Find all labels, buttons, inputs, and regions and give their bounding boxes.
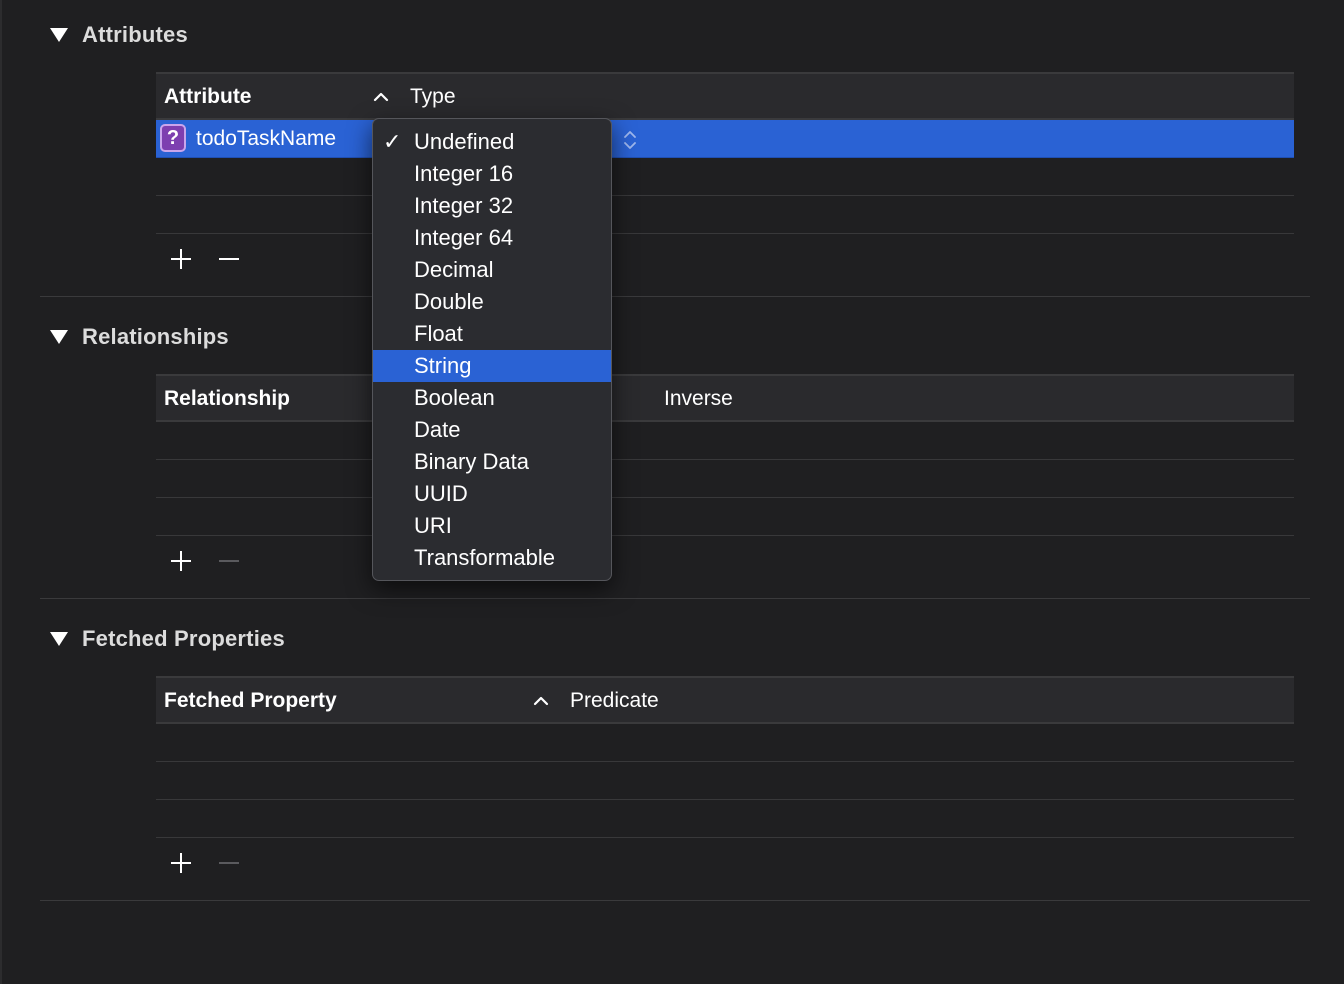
attribute-name[interactable]: todoTaskName [196,120,336,158]
table-row [156,762,1294,800]
plus-icon[interactable] [168,248,194,270]
menu-item-label: Decimal [414,257,494,282]
disclosure-triangle-icon[interactable] [50,632,68,646]
attributes-section-header[interactable]: Attributes [50,22,188,48]
menu-item[interactable]: String [373,350,611,382]
menu-item[interactable]: Binary Data [373,446,611,478]
menu-item[interactable]: Boolean [373,382,611,414]
menu-item-label: URI [414,513,452,538]
disclosure-triangle-icon[interactable] [50,330,68,344]
menu-item[interactable]: UUID [373,478,611,510]
table-header: Relationship Inverse [156,374,1294,422]
minus-icon [219,560,239,562]
table-row [156,422,1294,460]
type-popup-menu[interactable]: ✓ Undefined Integer 16 Integer 32 Integer 64… [372,118,612,581]
divider [40,296,1310,297]
menu-item-label: Transformable [414,545,556,570]
disclosure-triangle-icon[interactable] [50,28,68,42]
table-row [156,800,1294,838]
section-title: Fetched Properties [82,626,285,651]
divider [40,598,1310,599]
fetched-properties-section-header[interactable]: Fetched Properties [50,626,285,652]
menu-item-label: Boolean [414,385,495,410]
menu-item-label: Float [414,321,463,346]
plus-icon[interactable] [168,852,194,874]
menu-item-label: UUID [414,481,468,506]
attributes-table: Attribute Type ? todoTaskName [156,72,1294,234]
menu-item[interactable]: Integer 32 [373,190,611,222]
divider [40,900,1310,901]
column-header-predicate[interactable]: Predicate [570,678,659,724]
menu-item-label: Integer 16 [414,161,514,186]
section-title: Attributes [82,22,188,47]
menu-item[interactable]: Date [373,414,611,446]
data-model-editor: Attributes Attribute Type ? todoTaskName [0,0,1344,984]
column-header-fetched-property[interactable]: Fetched Property [164,678,337,724]
table-header: Attribute Type [156,72,1294,120]
menu-item[interactable]: Integer 16 [373,158,611,190]
table-row [156,460,1294,498]
up-down-stepper-icon[interactable] [622,129,638,151]
relationship-add-remove [168,550,242,572]
table-row [156,724,1294,762]
table-row [156,498,1294,536]
column-header-attribute[interactable]: Attribute [164,74,252,120]
menu-item-label: Double [414,289,484,314]
relationships-table: Relationship Inverse [156,374,1294,536]
table-row [156,196,1294,234]
plus-icon[interactable] [168,550,194,572]
menu-item[interactable]: Integer 64 [373,222,611,254]
minus-icon[interactable] [216,248,242,270]
minus-icon [219,862,239,864]
menu-item[interactable]: URI [373,510,611,542]
table-header: Fetched Property Predicate [156,676,1294,724]
menu-item[interactable]: Double [373,286,611,318]
chevron-up-icon [373,92,389,102]
menu-item[interactable]: Float [373,318,611,350]
column-header-type[interactable]: Type [410,74,456,120]
attribute-add-remove [168,248,242,270]
menu-item-label: Integer 32 [414,193,514,218]
checkmark-icon: ✓ [383,129,402,154]
relationships-section-header[interactable]: Relationships [50,324,229,350]
section-title: Relationships [82,324,229,349]
fetched-property-add-remove [168,852,242,874]
menu-item-label: Undefined [414,129,515,154]
menu-item-label: Date [414,417,461,442]
menu-item-label: String [414,353,472,378]
table-row[interactable]: ? todoTaskName [156,120,1294,158]
table-row [156,158,1294,196]
fetched-properties-table: Fetched Property Predicate [156,676,1294,838]
menu-item-label: Integer 64 [414,225,514,250]
menu-item[interactable]: Decimal [373,254,611,286]
menu-item[interactable]: Transformable [373,542,611,574]
column-header-inverse[interactable]: Inverse [664,376,733,422]
menu-item-label: Binary Data [414,449,529,474]
undefined-type-icon: ? [160,124,186,152]
menu-item[interactable]: ✓ Undefined [373,126,611,158]
chevron-up-icon [533,696,549,706]
column-header-relationship[interactable]: Relationship [164,376,290,422]
